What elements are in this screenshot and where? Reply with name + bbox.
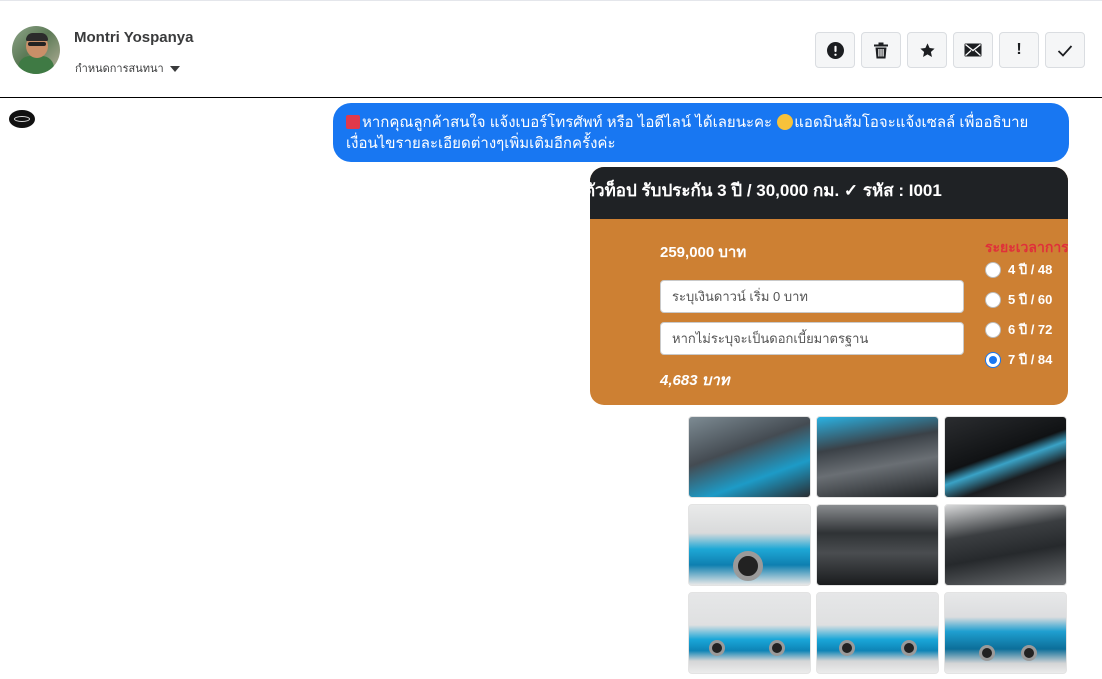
monthly-payment: 4,683 บาท <box>660 372 730 389</box>
page-logo <box>9 110 35 128</box>
exclamation-icon: ! <box>1016 41 1022 58</box>
assign-conversation-dropdown[interactable]: กำหนดการสนทนา <box>75 59 180 77</box>
photo-grid <box>688 416 1067 674</box>
period-option[interactable]: 5 ปี / 60 <box>985 289 1052 310</box>
period-option-label: 6 ปี / 72 <box>1008 322 1053 337</box>
radio-button[interactable] <box>985 321 1001 338</box>
photo-side-left[interactable] <box>688 592 811 674</box>
loan-period-title: ระยะเวลาการ <box>985 239 1068 255</box>
period-option[interactable]: 7 ปี / 84 <box>985 349 1052 370</box>
contact-name[interactable]: Montri Yospanya <box>74 29 193 46</box>
card-header: ตัวท็อป รับประกัน 3 ปี / 30,000 กม. ✓ รห… <box>590 167 1068 219</box>
photo-front-wheel[interactable] <box>688 504 811 586</box>
photo-side-left-2[interactable] <box>816 592 939 674</box>
period-option-label: 5 ปี / 60 <box>1008 292 1053 307</box>
radio-button[interactable] <box>985 291 1001 308</box>
assign-label: กำหนดการสนทนา <box>75 63 164 75</box>
card-header-text: ตัวท็อป รับประกัน 3 ปี / 30,000 กม. ✓ รห… <box>590 181 942 200</box>
photo-dashboard[interactable] <box>944 416 1067 498</box>
period-option-label: 4 ปี / 48 <box>1008 262 1053 277</box>
photo-interior[interactable] <box>944 504 1067 586</box>
mark-unread-button[interactable] <box>953 32 993 68</box>
interest-rate-input[interactable]: หากไม่ระบุจะเป็นดอกเบี้ยมาตรฐาน <box>660 322 964 355</box>
action-toolbar: ! <box>815 32 1085 68</box>
follow-up-button[interactable]: ! <box>999 32 1039 68</box>
alert-circle-icon <box>826 41 844 59</box>
report-spam-button[interactable] <box>815 32 855 68</box>
photo-engine-bay[interactable] <box>816 416 939 498</box>
loan-calculator-card: ตัวท็อป รับประกัน 3 ปี / 30,000 กม. ✓ รห… <box>590 167 1068 405</box>
checkmark-icon <box>1057 44 1073 57</box>
mark-done-button[interactable] <box>1045 32 1085 68</box>
photo-rear[interactable] <box>944 592 1067 674</box>
conversation-header: Montri Yospanya กำหนดการสนทนา ! <box>0 1 1102 98</box>
photo-front-seats[interactable] <box>816 504 939 586</box>
delete-button[interactable] <box>861 32 901 68</box>
star-button[interactable] <box>907 32 947 68</box>
envelope-icon <box>964 43 982 57</box>
star-icon <box>919 42 935 57</box>
trash-icon <box>874 42 888 58</box>
message-bubble[interactable]: หากคุณลูกค้าสนใจ แจ้งเบอร์โทรศัพท์ หรือ … <box>333 103 1069 162</box>
caret-down-icon <box>169 65 180 72</box>
message-text-part1: หากคุณลูกค้าสนใจ แจ้งเบอร์โทรศัพท์ หรือ … <box>362 114 777 131</box>
avatar[interactable] <box>12 26 60 74</box>
smiling-face-hearts-emoji-icon <box>777 114 794 130</box>
down-payment-input[interactable]: ระบุเงินดาวน์ เริ่ม 0 บาท <box>660 280 964 313</box>
car-price: 259,000 บาท <box>660 244 747 261</box>
period-option[interactable]: 4 ปี / 48 <box>985 259 1052 280</box>
period-option[interactable]: 6 ปี / 72 <box>985 319 1052 340</box>
telephone-emoji-icon <box>346 115 360 129</box>
period-option-label: 7 ปี / 84 <box>1008 352 1053 367</box>
photo-engine-battery[interactable] <box>688 416 811 498</box>
radio-button[interactable] <box>985 261 1001 278</box>
radio-button-selected[interactable] <box>985 351 1001 368</box>
